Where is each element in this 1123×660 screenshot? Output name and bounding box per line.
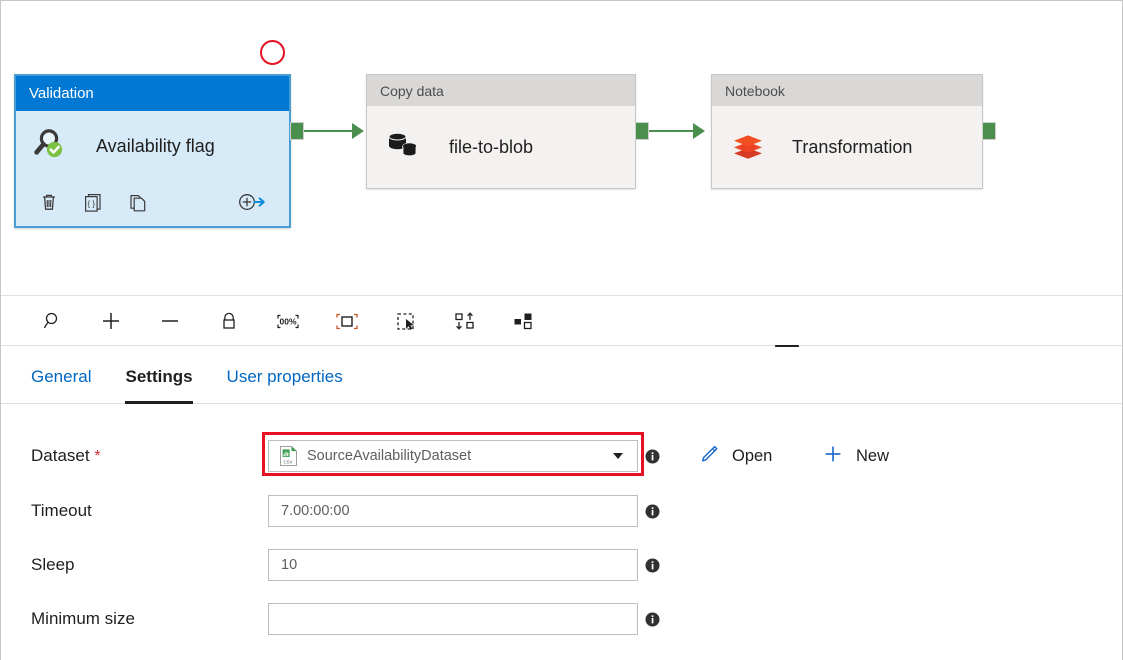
- chevron-down-icon[interactable]: [613, 453, 623, 459]
- connector-arrow-2: [693, 123, 705, 139]
- dataset-info-icon[interactable]: [645, 449, 660, 464]
- new-label: New: [856, 446, 890, 465]
- node-type-label: Copy data: [380, 82, 444, 99]
- form-row-dataset: Dataset * CSV SourceAvailabilityDataset: [1, 432, 1122, 476]
- code-icon[interactable]: { }: [82, 191, 104, 213]
- lock-icon[interactable]: [208, 303, 250, 339]
- tab-user-properties[interactable]: User properties: [227, 347, 343, 404]
- fit-to-screen-icon[interactable]: [326, 303, 368, 339]
- databricks-stack-icon: [730, 129, 766, 166]
- dataset-selected-value: SourceAvailabilityDataset: [307, 448, 472, 464]
- layout-icon[interactable]: [503, 303, 545, 339]
- timeout-label: Timeout: [31, 501, 92, 520]
- node-header-notebook: Notebook: [712, 75, 982, 106]
- minimum-size-label: Minimum size: [31, 609, 135, 628]
- zoom-out-icon[interactable]: [149, 303, 191, 339]
- timeout-input[interactable]: 7.00:00:00: [268, 495, 638, 527]
- open-label: Open: [732, 446, 773, 465]
- zoom-100-icon[interactable]: 00%: [267, 303, 309, 339]
- pipeline-editor: Validation Availability flag {} Copy da…: [0, 0, 1123, 660]
- canvas-toolbar: 00%: [1, 296, 1122, 346]
- output-anchor-validation[interactable]: [290, 122, 304, 140]
- timeout-info-icon[interactable]: [645, 504, 660, 519]
- output-anchor-notebook[interactable]: [982, 122, 996, 140]
- node-title-notebook: Transformation: [792, 136, 913, 157]
- node-header-copy-data: Copy data: [367, 75, 635, 106]
- form-row-sleep: Sleep 10: [1, 547, 1122, 583]
- sleep-label: Sleep: [31, 555, 75, 574]
- node-header-validation: Validation: [16, 76, 289, 111]
- activity-node-notebook[interactable]: Notebook Transformation: [711, 74, 983, 189]
- new-dataset-button[interactable]: New: [822, 443, 889, 470]
- zoom-in-icon[interactable]: [90, 303, 132, 339]
- node-title-copy-data: file-to-blob: [449, 136, 534, 157]
- delete-icon[interactable]: [38, 191, 60, 213]
- pipeline-canvas[interactable]: Validation Availability flag {} Copy da…: [1, 1, 1122, 296]
- connector-copy-to-notebook: [649, 130, 693, 132]
- pencil-icon: [698, 443, 720, 470]
- add-output-icon[interactable]: [237, 191, 267, 213]
- node-body-notebook: Transformation: [712, 106, 982, 188]
- activity-node-copy-data[interactable]: Copy data file-to-blob: [366, 74, 636, 189]
- database-copy-icon: [385, 128, 423, 167]
- form-row-minimum-size: Minimum size: [1, 601, 1122, 637]
- properties-tab-bar: General Settings User properties: [1, 347, 1122, 404]
- plus-icon: [822, 443, 844, 470]
- minimum-size-info-icon[interactable]: [645, 612, 660, 627]
- svg-text:00%: 00%: [279, 316, 296, 326]
- csv-file-icon: CSV: [279, 445, 298, 467]
- dataset-select[interactable]: CSV SourceAvailabilityDataset: [268, 440, 638, 472]
- red-circle-highlight-annotation: [260, 40, 285, 65]
- settings-form: Dataset * CSV SourceAvailabilityDataset: [1, 405, 1122, 660]
- dataset-label: Dataset *: [31, 446, 101, 465]
- node-body-validation: Availability flag: [16, 111, 289, 181]
- node-action-bar: { }: [16, 181, 289, 223]
- form-row-timeout: Timeout 7.00:00:00: [1, 493, 1122, 529]
- minimum-size-input[interactable]: [268, 603, 638, 635]
- svg-text:{ }: { }: [88, 199, 96, 208]
- magnifier-check-icon: [32, 125, 70, 168]
- zoom-search-icon[interactable]: [31, 303, 73, 339]
- tab-settings[interactable]: Settings: [125, 347, 193, 404]
- connector-validation-to-copy: [304, 130, 352, 132]
- open-dataset-button[interactable]: Open: [698, 443, 772, 470]
- sleep-info-icon[interactable]: [645, 558, 660, 573]
- tab-general[interactable]: General: [31, 347, 91, 404]
- sleep-input[interactable]: 10: [268, 549, 638, 581]
- svg-text:CSV: CSV: [283, 460, 292, 465]
- connector-arrow-1: [352, 123, 364, 139]
- auto-align-icon[interactable]: [444, 303, 486, 339]
- output-anchor-copy-data[interactable]: [635, 122, 649, 140]
- required-asterisk: *: [94, 448, 101, 465]
- activity-node-validation[interactable]: Validation Availability flag {}: [14, 74, 291, 228]
- node-title-validation: Availability flag: [96, 135, 215, 156]
- duplicate-icon[interactable]: [126, 191, 148, 213]
- marquee-select-icon[interactable]: [385, 303, 427, 339]
- node-type-label: Validation: [29, 85, 94, 102]
- node-body-copy-data: file-to-blob: [367, 106, 635, 188]
- node-type-label: Notebook: [725, 82, 785, 99]
